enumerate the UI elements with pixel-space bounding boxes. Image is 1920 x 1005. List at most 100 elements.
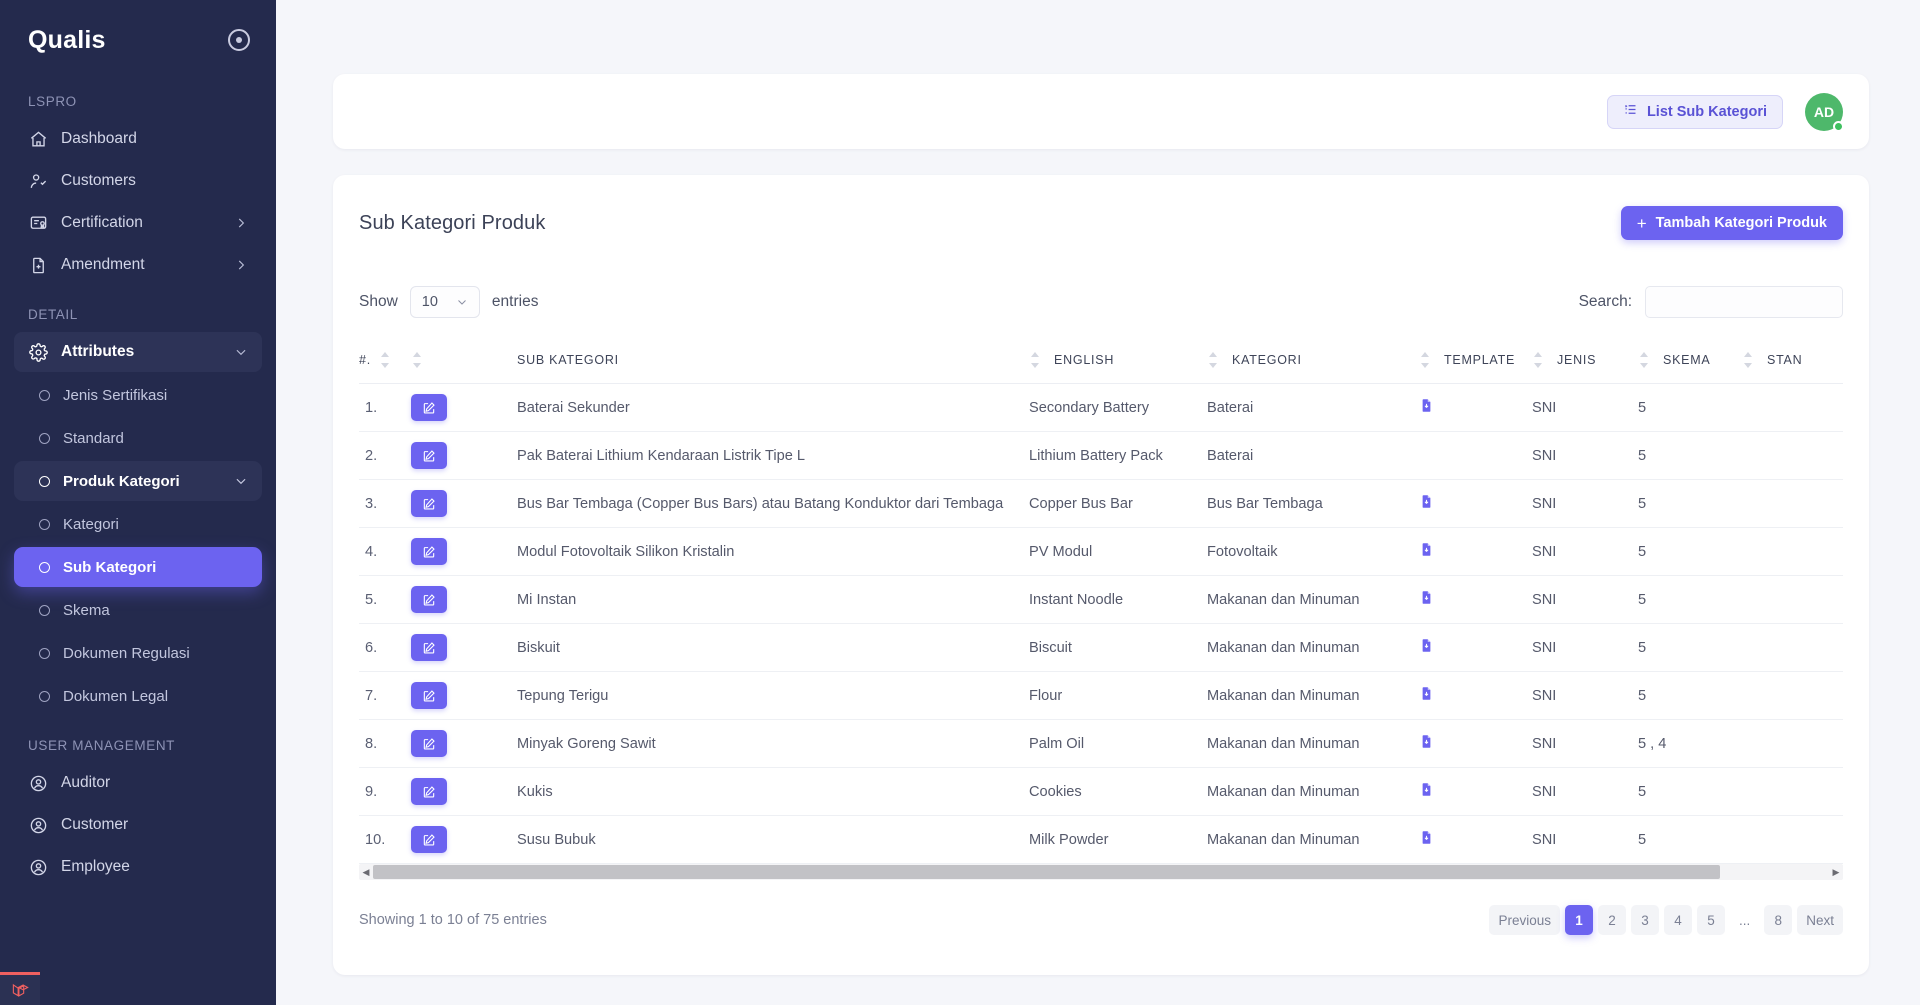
cell-english: Lithium Battery Pack (1029, 431, 1207, 480)
edit-row-button[interactable] (411, 490, 447, 517)
user-circle-icon (28, 773, 48, 793)
user-circle-icon (28, 815, 48, 835)
entries-info: Showing 1 to 10 of 75 entries (359, 912, 547, 928)
cell-kategori: Makanan dan Minuman (1207, 815, 1419, 864)
sort-icon (1029, 351, 1042, 369)
pagination-next[interactable]: Next (1797, 905, 1843, 935)
col-kategori[interactable]: KATEGORI (1207, 339, 1419, 384)
col-no[interactable]: #. (359, 339, 411, 384)
col-standar[interactable]: STAN (1742, 339, 1843, 384)
sidebar-item-attributes[interactable]: Attributes (14, 332, 262, 372)
sidebar-subitem-label: Dokumen Legal (63, 687, 169, 705)
page-size-select[interactable]: 10 (409, 286, 480, 318)
cell-action (411, 767, 517, 816)
page-size-group: Show 10 entries (359, 286, 538, 318)
sidebar-subitem-produk-kategori[interactable]: Produk Kategori (14, 461, 262, 501)
table-row: 1. Baterai Sekunder Secondary Battery Bater… (359, 383, 1843, 432)
avatar[interactable]: AD (1805, 92, 1844, 132)
edit-row-button[interactable] (411, 586, 447, 613)
pagination-1[interactable]: 1 (1564, 905, 1593, 935)
sidebar-subitem-standard[interactable]: Standard (14, 418, 262, 458)
col-action[interactable] (411, 339, 517, 384)
search-input[interactable] (1645, 286, 1843, 318)
sidebar-subitem-dokumen-legal[interactable]: Dokumen Legal (14, 676, 262, 716)
file-download-icon[interactable] (1419, 495, 1434, 514)
edit-row-button[interactable] (411, 682, 447, 709)
sidebar-subitem-sub-kategori[interactable]: Sub Kategori (14, 547, 262, 587)
plus-icon: + (1636, 213, 1647, 233)
cell-skema: 5 (1638, 527, 1742, 576)
edit-row-button[interactable] (411, 442, 447, 469)
cell-no: 10. (359, 815, 411, 864)
table-row: 8. Minyak Goreng Sawit Palm Oil Makanan dan… (359, 719, 1843, 768)
sidebar-item-customer[interactable]: Customer (14, 805, 262, 845)
edit-row-button[interactable] (411, 778, 447, 805)
scroll-right-arrow-icon[interactable]: ▶ (1829, 864, 1843, 880)
user-check-icon (28, 171, 48, 191)
bullet-icon (39, 690, 50, 702)
table-body: 1. Baterai Sekunder Secondary Battery Bater… (359, 383, 1843, 864)
col-english[interactable]: ENGLISH (1029, 339, 1207, 384)
file-download-icon[interactable] (1419, 399, 1434, 418)
file-download-icon[interactable] (1419, 831, 1434, 850)
file-download-icon[interactable] (1419, 735, 1434, 754)
file-download-icon[interactable] (1419, 591, 1434, 610)
cell-template (1419, 383, 1532, 432)
horizontal-scrollbar[interactable]: ◀ ▶ (359, 864, 1843, 880)
col-jenis[interactable]: JENIS (1532, 339, 1638, 384)
sidebar-collapse-toggle[interactable] (228, 29, 250, 51)
sidebar-item-customers[interactable]: Customers (14, 161, 262, 201)
col-skema[interactable]: SKEMA (1638, 339, 1742, 384)
sidebar-item-employee[interactable]: Employee (14, 847, 262, 887)
cell-standar (1742, 623, 1843, 672)
sidebar-item-amendment[interactable]: Amendment (14, 245, 262, 285)
pagination-4[interactable]: 4 (1663, 905, 1692, 935)
sidebar-item-label: Customers (61, 172, 136, 189)
laravel-debugbar-toggle[interactable] (0, 972, 40, 1005)
sort-icon (1742, 351, 1755, 369)
sidebar-item-certification[interactable]: Certification (14, 203, 262, 243)
sidebar-subitem-kategori[interactable]: Kategori (14, 504, 262, 544)
pagination-8[interactable]: 8 (1764, 905, 1793, 935)
cell-sub-kategori: Susu Bubuk (517, 815, 1029, 864)
file-download-icon[interactable] (1419, 783, 1434, 802)
sidebar-subitem-dokumen-regulasi[interactable]: Dokumen Regulasi (14, 633, 262, 673)
edit-row-button[interactable] (411, 730, 447, 757)
pagination-previous[interactable]: Previous (1489, 905, 1560, 935)
file-download-icon[interactable] (1419, 687, 1434, 706)
edit-row-button[interactable] (411, 634, 447, 661)
cell-standar (1742, 527, 1843, 576)
edit-row-button[interactable] (411, 826, 447, 853)
sidebar-item-dashboard[interactable]: Dashboard (14, 119, 262, 159)
scrollbar-thumb[interactable] (373, 865, 1720, 879)
list-sub-kategori-button[interactable]: List Sub Kategori (1606, 94, 1783, 129)
edit-row-button[interactable] (411, 538, 447, 565)
scroll-left-arrow-icon[interactable]: ◀ (359, 864, 373, 880)
list-sub-kategori-label: List Sub Kategori (1646, 103, 1767, 120)
pagination-3[interactable]: 3 (1630, 905, 1659, 935)
add-kategori-produk-button[interactable]: + Tambah Kategori Produk (1620, 206, 1843, 240)
certificate-icon (28, 213, 48, 233)
cell-template (1419, 767, 1532, 816)
cell-standar (1742, 575, 1843, 624)
file-download-icon[interactable] (1419, 639, 1434, 658)
sidebar-subitem-label: Dokumen Regulasi (63, 644, 190, 662)
sidebar-subitem-skema[interactable]: Skema (14, 590, 262, 630)
sidebar-item-auditor[interactable]: Auditor (14, 763, 262, 803)
edit-row-button[interactable] (411, 394, 447, 421)
cell-jenis: SNI (1532, 767, 1638, 816)
cell-kategori: Bus Bar Tembaga (1207, 479, 1419, 528)
pagination-2[interactable]: 2 (1597, 905, 1626, 935)
file-download-icon[interactable] (1419, 543, 1434, 562)
sidebar-subitem-jenis-sertifikasi[interactable]: Jenis Sertifikasi (14, 375, 262, 415)
table-row: 9. Kukis Cookies Makanan dan Minuman SNI 5 (359, 767, 1843, 816)
col-template[interactable]: TEMPLATE (1419, 339, 1532, 384)
cell-action (411, 575, 517, 624)
cell-english: Secondary Battery (1029, 383, 1207, 432)
pagination-5[interactable]: 5 (1696, 905, 1725, 935)
sort-icon (1419, 351, 1432, 369)
scrollbar-track[interactable] (373, 864, 1829, 880)
col-sub-kategori[interactable]: SUB KATEGORI (517, 339, 1029, 384)
cell-action (411, 383, 517, 432)
col-skema-label: SKEMA (1663, 353, 1711, 367)
